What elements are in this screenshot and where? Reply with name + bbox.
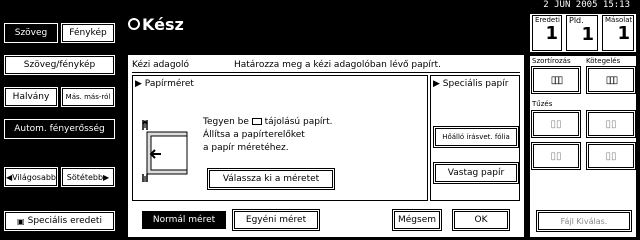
sets-value: 1 xyxy=(581,24,594,45)
staple-top-left-icon: ▯▯ xyxy=(550,118,562,130)
special-paper-section: ▶ Speciális papír Hőálló írásvet. fólia … xyxy=(430,75,520,201)
dialog-header: Kézi adagoló Határozza meg a kézi adagol… xyxy=(132,57,520,73)
sets-counter: Pld. 1 xyxy=(566,15,598,51)
generation-copy-button[interactable]: Más. más-ról xyxy=(62,88,114,106)
dialog-instruction: Határozza meg a kézi adagolóban lévő pap… xyxy=(234,59,441,70)
staple-top-left-button[interactable]: ▯▯ xyxy=(533,112,579,136)
sort-label: Szortírozás xyxy=(532,57,571,65)
triangle-right-icon: ▶ xyxy=(135,79,142,89)
paper-size-section: ▶ Papírméret Tegyen be tájolású papírt. … xyxy=(132,75,428,201)
file-select-button[interactable]: Fájl Kiválas. xyxy=(538,212,630,230)
staple-top-right-button[interactable]: ▯▯ xyxy=(588,112,634,136)
right-arrow-icon: ▶ xyxy=(103,172,110,182)
darker-button[interactable]: Sötétebb ▶ xyxy=(62,168,114,186)
thick-paper-button[interactable]: Vastag papír xyxy=(435,164,517,182)
staple-two-left-icon: ▯▯ xyxy=(550,150,562,162)
date-time: 2 JUN 2005 15:13 xyxy=(543,0,630,10)
left-panel: Szöveg Fénykép Szöveg/fénykép Halvány Má… xyxy=(0,12,124,240)
staple-two-top-icon: ▯▯ xyxy=(605,150,617,162)
photo-mode-button[interactable]: Fénykép xyxy=(62,24,114,42)
page-title: Kész xyxy=(142,14,184,34)
special-paper-header: ▶ Speciális papír xyxy=(433,79,509,89)
counter-panel: Eredeti 1 Pld. 1 Másolat 1 xyxy=(529,13,637,53)
copies-value: 1 xyxy=(617,23,630,44)
status-bar: 2 JUN 2005 15:13 xyxy=(0,0,640,12)
originals-value: 1 xyxy=(545,23,558,44)
bypass-tray-dialog: Kézi adagoló Határozza meg a kézi adagol… xyxy=(127,54,525,238)
stack-pages-icon: ▯▯▯ xyxy=(605,74,618,86)
triangle-right-icon: ▶ xyxy=(433,79,440,89)
original-type-icon: ▣ xyxy=(17,216,25,226)
guide-text: Tegyen be tájolású papírt. Állítsa a pap… xyxy=(203,117,333,153)
cancel-button[interactable]: Mégsem xyxy=(394,211,440,229)
dialog-section: Kézi adagoló xyxy=(132,59,190,70)
stack-button[interactable]: ▯▯▯ xyxy=(588,68,634,92)
lighter-button[interactable]: ◀ Világosabb xyxy=(5,168,57,186)
custom-size-button[interactable]: Egyéni méret xyxy=(234,211,318,229)
sort-pages-icon: ▯▯▯ xyxy=(550,74,563,86)
auto-density-button[interactable]: Autom. fényerősség xyxy=(5,120,114,138)
select-size-button[interactable]: Válassza ki a méretet xyxy=(209,170,333,188)
status-title: Kész xyxy=(128,12,184,36)
originals-counter: Eredeti 1 xyxy=(532,15,562,51)
text-photo-mode-button[interactable]: Szöveg/fénykép xyxy=(5,56,114,74)
special-original-button[interactable]: ▣ Speciális eredeti xyxy=(5,212,114,230)
staple-two-left-button[interactable]: ▯▯ xyxy=(533,144,579,168)
ohp-transparency-button[interactable]: Hőálló írásvet. fólia xyxy=(435,128,517,146)
copies-counter: Másolat 1 xyxy=(602,15,634,51)
paper-guide-illustration xyxy=(141,118,191,184)
finishing-panel: Szortírozás Kötegelés ▯▯▯ ▯▯▯ Tűzés ▯▯ ▯… xyxy=(529,55,637,238)
paper-orientation-icon xyxy=(251,118,262,125)
staple-top-right-icon: ▯▯ xyxy=(605,118,617,130)
sort-button[interactable]: ▯▯▯ xyxy=(533,68,579,92)
staple-label: Kötegelés xyxy=(586,57,621,65)
pale-mode-button[interactable]: Halvány xyxy=(5,88,57,106)
punch-label: Tűzés xyxy=(532,100,553,108)
ready-circle-icon xyxy=(128,18,140,30)
normal-size-button[interactable]: Normál méret xyxy=(142,211,226,229)
text-mode-button[interactable]: Szöveg xyxy=(5,24,57,42)
staple-two-top-button[interactable]: ▯▯ xyxy=(588,144,634,168)
ok-button[interactable]: OK xyxy=(454,211,508,229)
paper-size-header: ▶ Papírméret xyxy=(135,79,194,89)
